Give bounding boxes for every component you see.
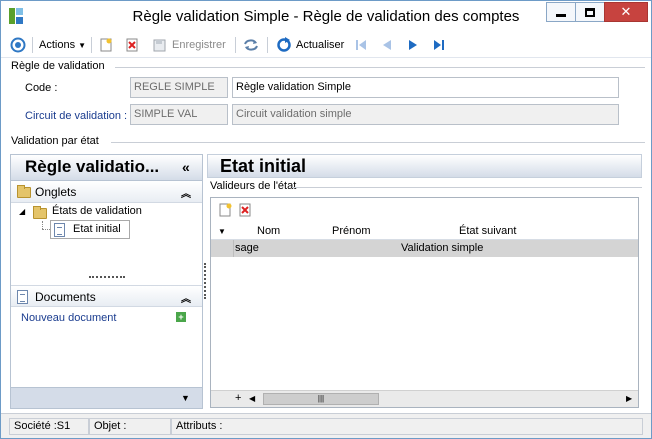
table-row[interactable]: sage Validation simple [211, 240, 638, 257]
add-row-button[interactable] [219, 203, 233, 221]
content-header: Etat initial [207, 154, 642, 178]
delete-button[interactable] [124, 36, 140, 54]
code-name-field[interactable]: Règle validation Simple [232, 77, 619, 98]
folder-icon [17, 185, 31, 198]
validators-grid: ▼ Nom Prénom État suivant sage Validatio… [210, 197, 639, 408]
validators-group-divider [292, 187, 642, 188]
code-label: Code : [25, 82, 58, 94]
grid-header-row: ▼ Nom Prénom État suivant [211, 223, 638, 240]
cell-nom: sage [235, 242, 259, 254]
horizontal-scrollbar[interactable]: + ◀ ||| ▶ [211, 390, 638, 407]
sync-button[interactable] [242, 36, 260, 54]
first-icon [356, 40, 366, 50]
delete-row-icon [239, 203, 251, 217]
tree-item-initial-state-label: Etat initial [73, 223, 121, 235]
documents-icon [17, 290, 28, 304]
circuit-label-link[interactable]: Circuit de validation : [25, 110, 127, 122]
save-label: Enregistrer [172, 39, 226, 51]
expand-plus-icon[interactable]: + [235, 392, 241, 404]
nav-footer: ▼ [11, 387, 202, 408]
maximize-icon [585, 7, 595, 17]
main-window: Règle validation Simple - Règle de valid… [0, 0, 652, 439]
status-object: Objet : [89, 418, 171, 435]
column-header-nom[interactable]: Nom [257, 225, 280, 237]
refresh-label: Actualiser [296, 39, 345, 51]
navigation-panel: Règle validatio... « Onglets ︽ ◢ États d… [10, 154, 203, 409]
actions-label: Actions [39, 39, 76, 51]
scroll-left-icon[interactable]: ◀ [249, 394, 255, 403]
nav-header: Règle validatio... « [11, 155, 202, 181]
previous-record-button[interactable] [379, 36, 395, 54]
circuit-field[interactable]: SIMPLE VAL [130, 104, 228, 125]
tree-item-validation-states[interactable]: États de validation [52, 205, 142, 217]
close-button[interactable]: ✕ [604, 2, 648, 22]
row-divider [233, 240, 234, 257]
splitter-grip[interactable] [89, 276, 125, 278]
delete-icon [126, 38, 138, 52]
target-button[interactable] [10, 36, 26, 54]
next-icon [409, 40, 417, 50]
tree-connector [42, 229, 50, 230]
column-header-prenom[interactable]: Prénom [332, 225, 371, 237]
cell-etat-suivant: Validation simple [401, 242, 484, 254]
chevron-down-icon: ▼ [78, 40, 86, 50]
tree-expand-icon[interactable]: ◢ [19, 207, 25, 216]
status-bar: Société :S1 Objet : Attributs : [1, 413, 651, 438]
save-icon [153, 39, 166, 52]
row-selector-icon[interactable]: ▼ [218, 227, 226, 236]
minimize-button[interactable] [546, 2, 576, 22]
title-bar: Règle validation Simple - Règle de valid… [1, 1, 651, 31]
actions-menu[interactable]: Actions ▼ [39, 36, 86, 54]
state-group-divider [111, 142, 645, 143]
new-button[interactable] [98, 36, 114, 54]
refresh-icon [277, 37, 291, 52]
maximize-button[interactable] [575, 2, 605, 22]
documents-section-header[interactable]: Documents ︽ [11, 285, 202, 307]
tabs-section-label: Onglets [35, 185, 77, 199]
state-group-title: Validation par état [11, 135, 99, 147]
code-field[interactable]: REGLE SIMPLE [130, 77, 228, 98]
delete-row-button[interactable] [239, 203, 253, 221]
scroll-thumb[interactable]: ||| [263, 393, 379, 405]
tabs-section-header[interactable]: Onglets ︽ [11, 181, 202, 203]
sync-icon [244, 39, 258, 51]
tree-connector [42, 221, 43, 229]
scroll-right-icon[interactable]: ▶ [626, 394, 632, 403]
last-icon [434, 40, 444, 50]
status-attributes: Attributs : [171, 418, 643, 435]
close-icon: ✕ [620, 4, 632, 20]
rule-group-title: Règle de validation [11, 60, 105, 72]
chevron-up-icon[interactable]: ︽ [181, 185, 191, 200]
chevron-up-icon[interactable]: ︽ [181, 290, 191, 305]
add-row-icon [219, 203, 232, 217]
vertical-splitter[interactable] [204, 263, 206, 299]
collapse-left-icon[interactable]: « [182, 159, 190, 175]
refresh-button[interactable]: Actualiser [276, 36, 344, 54]
new-document-link[interactable]: Nouveau document [21, 312, 116, 324]
previous-icon [383, 40, 391, 50]
validators-group-title: Valideurs de l'état [210, 180, 297, 192]
first-record-button[interactable] [353, 36, 369, 54]
next-record-button[interactable] [405, 36, 421, 54]
circuit-name-field[interactable]: Circuit validation simple [232, 104, 619, 125]
add-icon[interactable]: + [176, 312, 186, 322]
folder-open-icon [33, 206, 47, 219]
minimize-icon [556, 13, 566, 17]
nav-menu-chevron-icon[interactable]: ▼ [181, 393, 190, 403]
tree-item-initial-state[interactable]: Etat initial [50, 220, 130, 239]
new-document-icon [100, 38, 112, 52]
last-record-button[interactable] [431, 36, 447, 54]
nav-header-title: Règle validatio... [25, 157, 160, 176]
documents-section-label: Documents [35, 290, 96, 304]
state-document-icon [54, 223, 65, 237]
rule-group-divider [115, 67, 645, 68]
content-header-title: Etat initial [220, 156, 307, 176]
column-header-etat-suivant[interactable]: État suivant [459, 225, 516, 237]
save-button[interactable]: Enregistrer [152, 36, 226, 54]
target-icon [10, 37, 26, 53]
status-company: Société :S1 [9, 418, 89, 435]
toolbar: Actions ▼ Enregistrer Actualiser [1, 32, 651, 58]
